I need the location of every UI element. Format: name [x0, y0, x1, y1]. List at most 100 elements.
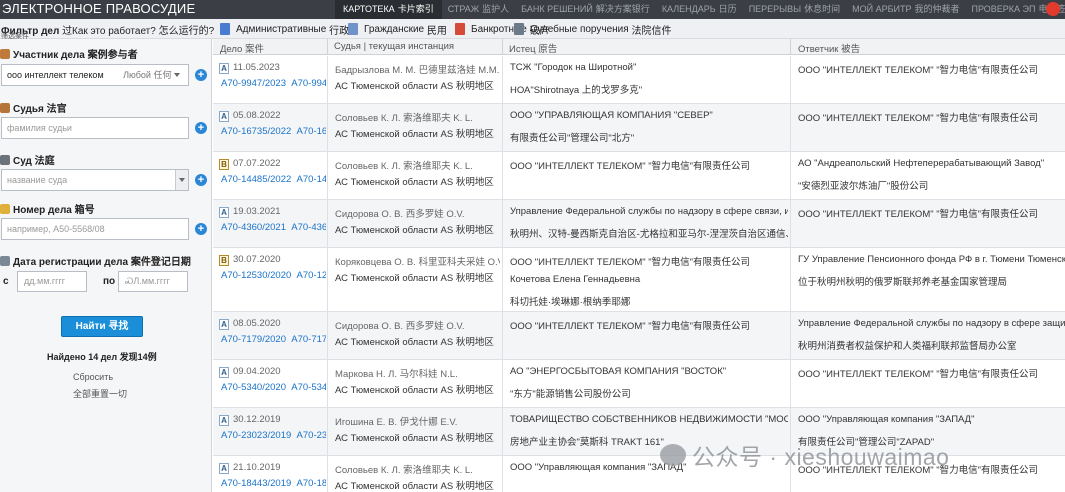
case-type-icon: B	[219, 159, 229, 170]
col-case[interactable]: Дело 案件	[220, 41, 264, 55]
column-divider	[502, 248, 503, 311]
court-name-ru: АС Тюменской области	[335, 225, 438, 236]
judge-name-zh: 马尔科娃 N.L.	[399, 369, 458, 380]
table-row[interactable]: A11.05.2023А70-9947/2023 А70-9947/2023Ба…	[213, 56, 1065, 104]
reset-link[interactable]: Сбросить	[73, 372, 113, 382]
court-select[interactable]: название суда	[1, 169, 189, 191]
case-date: 08.05.2020	[233, 318, 281, 329]
case-number: А70-12530/2020	[221, 270, 292, 281]
case-number-dup: А70-7179/2020	[291, 334, 326, 345]
top-nav-item-2[interactable]: СТРАЖ 监护人	[442, 0, 515, 19]
judge-name: Соловьев К. Л. 索洛维耶夫 K. L.	[335, 110, 473, 124]
date-from-input[interactable]: дд.мм.гггг	[17, 271, 87, 292]
top-nav-label: СТРАЖ	[447, 4, 480, 14]
table-row[interactable]: A19.03.2021А70-4360/2021 А70-4360/2021Си…	[213, 200, 1065, 248]
top-nav-item-6[interactable]: МОЙ АРБИТР 我的仲裁者	[846, 0, 965, 19]
judge-name: Маркова Н. Л. 马尔科娃 N.L.	[335, 366, 458, 380]
case-number: А70-18443/2019	[221, 478, 292, 489]
case-number-link[interactable]: А70-23023/2019 А70-23023/2019	[221, 430, 326, 441]
table-header: Дело 案件 Судья | текущая инстанция Истец …	[213, 39, 1065, 55]
judge-name-ru: Коряковцева О. В.	[335, 257, 416, 268]
watermark-text: 公众号 · xieshouwaimao	[692, 444, 950, 470]
close-icon[interactable]	[1046, 2, 1060, 16]
case-number-link[interactable]: А70-16735/2022 А70-16735/2022	[221, 126, 326, 137]
col-defendant[interactable]: Ответчик 被告	[798, 41, 860, 55]
add-case-number-button[interactable]: +	[195, 223, 207, 235]
filter-bar: Фильтр дел 过 筛选案件 Как это работает? 怎么运行…	[0, 19, 1065, 40]
plaintiff-line: ТСЖ "Городок на Широтной"	[510, 62, 637, 73]
defendant-line: ООО "Управляющая компания "ЗАПАД"	[798, 414, 975, 425]
case-number-link[interactable]: А70-12530/2020 А70-12530/2020	[221, 270, 326, 281]
top-bar: ЭЛЕКТРОННОЕ ПРАВОСУДИЕ КАРТОТЕКА 卡片索引 СТРА…	[0, 0, 1065, 19]
case-type-chip-2[interactable]: Гражданские 民用	[348, 22, 447, 37]
table-row[interactable]: B 07.07.2022 А70-14485/2022 А70-14485/2022…	[213, 152, 1065, 200]
col-judge[interactable]: Судья | текущая инстанция	[334, 41, 454, 52]
court-name-ru: АС Тюменской области	[335, 273, 438, 284]
case-type-chip-4[interactable]: Судебные поручения 法院信件	[514, 22, 671, 37]
case-number-link[interactable]: А70-4360/2021 А70-4360/2021	[221, 222, 326, 233]
participant-label: Участник дела 案例参与者	[0, 46, 138, 61]
judge-cell: Сидорова О. В. 西多罗娃 O.V. АС Тюменской обл…	[327, 200, 500, 247]
chip-label: Судебные поручения	[530, 23, 629, 35]
column-divider	[790, 248, 791, 311]
plaintiff-cell: Управление Федеральной службы по надзору…	[502, 200, 788, 247]
add-participant-button[interactable]: +	[195, 69, 207, 81]
table-row[interactable]: A08.05.2020А70-7179/2020 А70-7179/2020Си…	[213, 312, 1065, 360]
judge-name-zh: 索洛维耶夫 K. L.	[403, 161, 473, 172]
participant-input[interactable]: ооо интеллект телеком Любой 任何	[1, 64, 189, 86]
case-date: 11.05.2023	[233, 62, 280, 73]
case-number-link[interactable]: А70-18443/2019 А70-18443/2019	[221, 478, 326, 489]
column-divider	[790, 152, 791, 199]
case-number-link[interactable]: А70-5340/2020 А70-5340/2020	[221, 382, 326, 393]
plaintiff-line: Кочетова Елена Геннадьевна	[510, 274, 641, 285]
top-nav-label: ПЕРЕРЫВЫ	[748, 4, 802, 14]
case-cell: A 21.10.2019 А70-18443/2019 А70-18443/2019	[213, 456, 326, 492]
case-number-input[interactable]: например, А50-5568/08	[1, 218, 189, 240]
chip-label: Административные	[236, 23, 327, 35]
column-divider	[327, 104, 328, 151]
folder-icon	[0, 204, 10, 214]
reset-link-zh[interactable]: 全部重置一切	[73, 387, 127, 400]
court-dropdown-toggle[interactable]	[175, 170, 188, 190]
court-name-ru: АС Тюменской области	[335, 177, 438, 188]
plaintiff-line: ООО "УПРАВЛЯЮЩАЯ КОМПАНИЯ "СЕВЕР"	[510, 110, 713, 121]
case-number-link[interactable]: А70-7179/2020 А70-7179/2020	[221, 334, 326, 345]
column-divider	[327, 152, 328, 199]
plaintiff-cell: ООО "ИНТЕЛЛЕКТ ТЕЛЕКОМ" "智力电信"有限责任公司 Коче…	[502, 248, 788, 311]
judge-cell: Сидорова О. В. 西多罗娃 O.V. АС Тюменской обл…	[327, 312, 500, 359]
case-type-icon: A	[219, 111, 229, 122]
case-number: А70-7179/2020	[221, 334, 286, 345]
judge-name-zh: 伊戈什娜 E.V.	[399, 417, 458, 428]
find-button[interactable]: Найти 寻找	[61, 316, 143, 337]
case-number: А70-4360/2021	[221, 222, 286, 233]
date-to-input[interactable]: ᏍЛ.мм.гггг	[118, 271, 188, 292]
case-number-link[interactable]: А70-14485/2022 А70-14485/2022	[221, 174, 326, 185]
add-judge-button[interactable]: +	[195, 122, 207, 134]
how-it-works-link[interactable]: Как это работает? 怎么运行的?	[72, 22, 214, 37]
plaintiff-line: 科切托娃·埃琳娜·根纳季耶娜	[510, 297, 631, 308]
judge-input[interactable]: фамилия судьи	[1, 117, 189, 139]
top-nav-item-1[interactable]: КАРТОТЕКА 卡片索引	[335, 0, 442, 19]
table-row[interactable]: A09.04.2020А70-5340/2020 А70-5340/2020Ма…	[213, 360, 1065, 408]
court-name-ru: АС Тюменской области	[335, 337, 438, 348]
top-nav-item-3[interactable]: БАНК РЕШЕНИЙ 解决方案银行	[515, 0, 656, 19]
chevron-down-icon	[179, 178, 185, 182]
add-court-button[interactable]: +	[195, 174, 207, 186]
top-nav-item-5[interactable]: ПЕРЕРЫВЫ 休息时间	[743, 0, 846, 19]
table-row[interactable]: B 30.07.2020 А70-12530/2020 А70-12530/2020…	[213, 248, 1065, 312]
column-divider	[327, 408, 328, 455]
case-type-chip-1[interactable]: Административные 行政	[220, 22, 349, 37]
top-nav-item-4[interactable]: КАЛЕНДАРЬ 日历	[656, 0, 743, 19]
col-plaintiff[interactable]: Истец 原告	[509, 41, 557, 55]
judge-name-ru: Соловьев К. Л.	[335, 161, 401, 172]
date-label: Дата регистрации дела 案件登记日期	[0, 253, 191, 268]
case-type-icon: A	[219, 367, 229, 378]
defendant-cell: ООО "ИНТЕЛЛЕКТ ТЕЛЕКОМ" "智力电信"有限责任公司	[790, 360, 1065, 407]
participant-role-select[interactable]: Любой 任何	[123, 65, 180, 85]
column-divider	[327, 56, 328, 103]
court-name-ru: АС Тюменской области	[335, 385, 438, 396]
case-number-link[interactable]: А70-9947/2023 А70-9947/2023	[221, 78, 326, 89]
case-date: 30.12.2019	[233, 414, 281, 425]
plaintiff-line: АО "ЭНЕРГОСБЫТОВАЯ КОМПАНИЯ "ВОСТОК"	[510, 366, 727, 377]
table-row[interactable]: A 05.08.2022 А70-16735/2022 А70-16735/2022…	[213, 104, 1065, 152]
